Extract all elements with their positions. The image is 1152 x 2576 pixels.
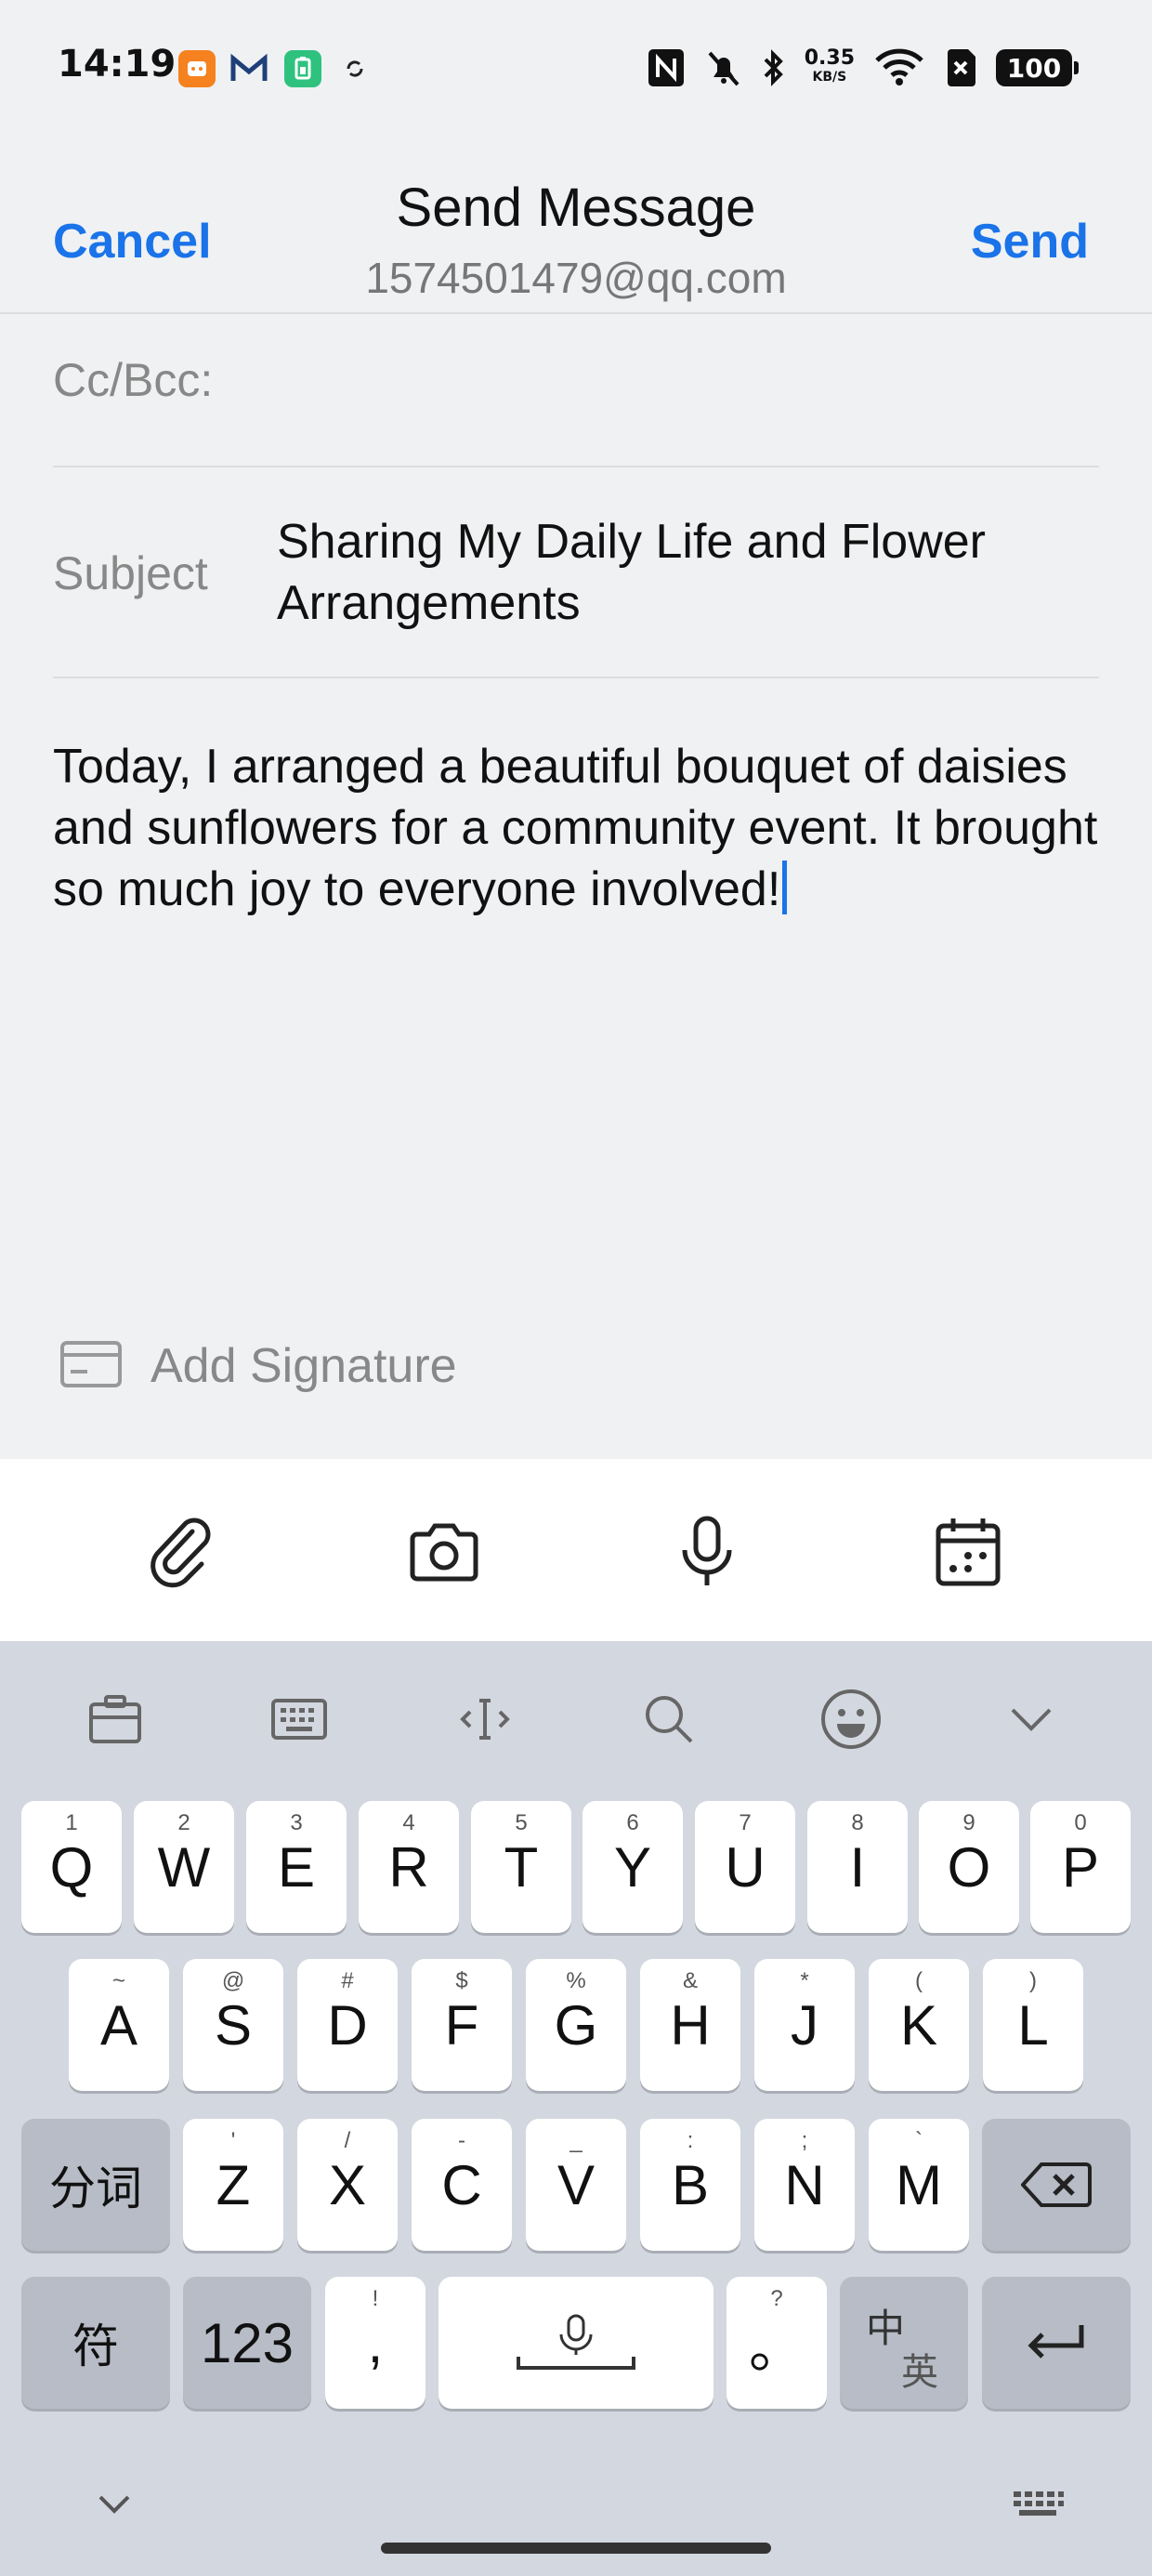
- message-body-text: Today, I arranged a beautiful bouquet of…: [53, 740, 1098, 916]
- voice-input-icon: [517, 2314, 635, 2370]
- key-i[interactable]: 8I: [807, 1801, 908, 1933]
- mute-bell-icon: [704, 47, 743, 88]
- sync-icon: [336, 50, 373, 87]
- battery-indicator: 100: [996, 49, 1079, 86]
- compose-header: Cancel Send Message 1574501479@qq.com Se…: [0, 139, 1152, 314]
- add-signature-label: Add Signature: [151, 1339, 457, 1393]
- cc-bcc-field[interactable]: Cc/Bcc:: [53, 353, 213, 407]
- text-cursor: [782, 861, 788, 914]
- space-key[interactable]: [439, 2277, 713, 2409]
- key-f[interactable]: $ F: [412, 1959, 512, 2091]
- comma-key[interactable]: !,: [325, 2277, 425, 2409]
- key-l[interactable]: ) L: [983, 1959, 1083, 2091]
- key-s[interactable]: @ S: [183, 1959, 283, 2091]
- divider: [53, 677, 1099, 678]
- key-q[interactable]: 1Q: [21, 1801, 122, 1933]
- key-c[interactable]: -C: [412, 2119, 512, 2251]
- add-signature-button[interactable]: Add Signature: [59, 1338, 457, 1394]
- backspace-icon: [1021, 2162, 1092, 2207]
- keyboard-switch-icon[interactable]: [996, 2463, 1080, 2546]
- key-e[interactable]: 3E: [246, 1801, 347, 1933]
- key-z[interactable]: ' Z: [183, 2119, 283, 2251]
- key-k[interactable]: (K: [869, 1959, 969, 2091]
- keyboard: [0, 1641, 1152, 2576]
- language-switch-key[interactable]: 中 英: [840, 2277, 968, 2409]
- attachment-toolbar: [0, 1459, 1152, 1641]
- key-h[interactable]: & H: [640, 1959, 740, 2091]
- key-g[interactable]: % G: [526, 1959, 626, 2091]
- word-segment-key[interactable]: 分词: [21, 2119, 170, 2251]
- mail-notification-icon: [230, 50, 268, 87]
- app-notification-icon: [178, 50, 216, 87]
- message-body-input[interactable]: Today, I arranged a beautiful bouquet of…: [53, 736, 1099, 920]
- microphone-icon[interactable]: [668, 1513, 746, 1591]
- key-o[interactable]: 9O: [919, 1801, 1019, 1933]
- paperclip-icon[interactable]: [144, 1513, 222, 1591]
- key-d[interactable]: # D: [297, 1959, 398, 2091]
- status-icons: 0.35 KB/S 100: [647, 43, 1079, 93]
- signature-card-icon: [59, 1340, 123, 1392]
- key-a[interactable]: ~ A: [69, 1959, 169, 2091]
- key-r[interactable]: 4R: [359, 1801, 459, 1933]
- backspace-key[interactable]: [982, 2119, 1131, 2251]
- key-t[interactable]: 5T: [471, 1801, 571, 1933]
- wifi-icon: [873, 47, 925, 88]
- nfc-icon: [647, 47, 686, 88]
- bluetooth-icon: [762, 47, 786, 88]
- clipboard-icon[interactable]: [78, 1682, 152, 1756]
- key-p[interactable]: 0P: [1030, 1801, 1131, 1933]
- key-w[interactable]: 2W: [134, 1801, 234, 1933]
- numbers-key[interactable]: 123: [183, 2277, 311, 2409]
- divider: [53, 466, 1099, 467]
- battery-app-icon: [284, 50, 321, 87]
- network-speed: 0.35 KB/S: [804, 46, 855, 85]
- send-button[interactable]: Send: [971, 214, 1089, 269]
- keyboard-layout-icon[interactable]: [262, 1682, 336, 1756]
- enter-icon: [1028, 2325, 1084, 2359]
- status-bar: 14:19 0.35 KB/S 100: [0, 0, 1152, 139]
- subject-label: Subject: [53, 547, 208, 599]
- key-j[interactable]: * J: [754, 1959, 855, 2091]
- emoji-icon[interactable]: [814, 1682, 888, 1756]
- key-u[interactable]: 7U: [695, 1801, 795, 1933]
- enter-key[interactable]: [982, 2277, 1131, 2409]
- cursor-move-icon[interactable]: [448, 1682, 522, 1756]
- hide-keyboard-icon[interactable]: [72, 2463, 156, 2546]
- search-icon[interactable]: [632, 1682, 706, 1756]
- key-b[interactable]: :B: [640, 2119, 740, 2251]
- camera-icon[interactable]: [405, 1513, 483, 1591]
- home-indicator[interactable]: [381, 2543, 771, 2554]
- subject-input[interactable]: Sharing My Daily Life and Flower Arrange…: [277, 511, 1094, 634]
- sim-blocked-icon: [944, 47, 977, 88]
- key-v[interactable]: _ V: [526, 2119, 626, 2251]
- status-time: 14:19: [58, 43, 177, 85]
- symbols-key[interactable]: 符: [21, 2277, 170, 2409]
- collapse-icon[interactable]: [994, 1682, 1068, 1756]
- calendar-icon[interactable]: [929, 1513, 1007, 1591]
- period-key[interactable]: ?。: [727, 2277, 827, 2409]
- key-y[interactable]: 6Y: [583, 1801, 683, 1933]
- key-n[interactable]: ; N: [754, 2119, 855, 2251]
- key-m[interactable]: ` M: [869, 2119, 969, 2251]
- key-x[interactable]: / X: [297, 2119, 398, 2251]
